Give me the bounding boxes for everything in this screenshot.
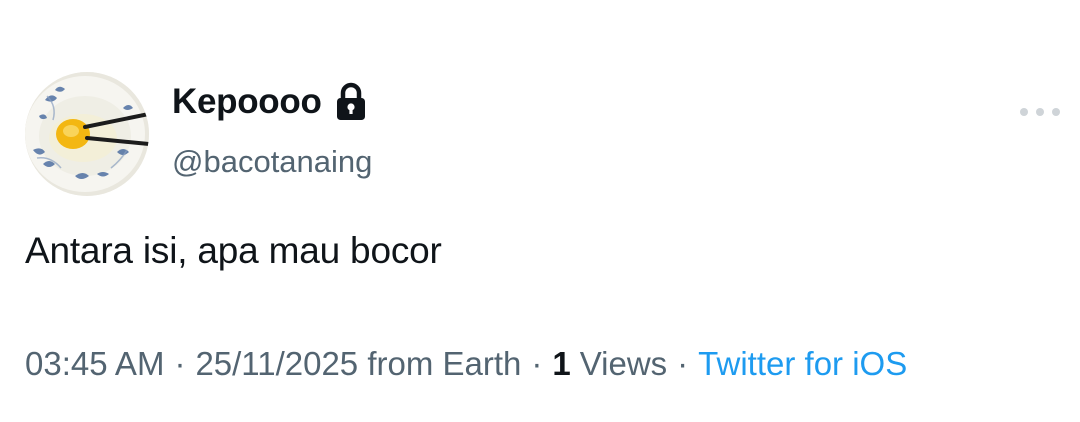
tweet-date[interactable]: 25/11/2025 — [195, 345, 358, 383]
views-label: Views — [579, 345, 668, 382]
meta-separator: · — [174, 345, 186, 382]
tweet-source-link[interactable]: Twitter for iOS — [698, 345, 907, 383]
author-name-row: Kepoooo — [172, 80, 368, 124]
avatar[interactable] — [25, 72, 149, 196]
tweet: Kepoooo @bacotanaing Antara isi, apa mau… — [0, 0, 1080, 422]
more-dots-icon[interactable] — [1020, 104, 1060, 120]
egg-bowl-avatar — [25, 72, 149, 196]
lock-icon — [334, 82, 368, 122]
more-dot — [1020, 108, 1028, 116]
meta-separator: · — [531, 345, 543, 382]
tweet-text: Antara isi, apa mau bocor — [25, 230, 442, 271]
more-dot — [1036, 108, 1044, 116]
tweet-location: from Earth — [358, 345, 522, 382]
author-handle[interactable]: @bacotanaing — [172, 144, 372, 180]
author-display-name[interactable]: Kepoooo — [172, 82, 322, 122]
meta-separator: · — [677, 345, 689, 382]
tweet-time[interactable]: 03:45 AM — [25, 345, 164, 383]
views-count: 1 — [552, 345, 571, 382]
more-dot — [1052, 108, 1060, 116]
tweet-meta: 03:45 AM · 25/11/2025 from Earth · 1 Vie… — [25, 345, 907, 383]
